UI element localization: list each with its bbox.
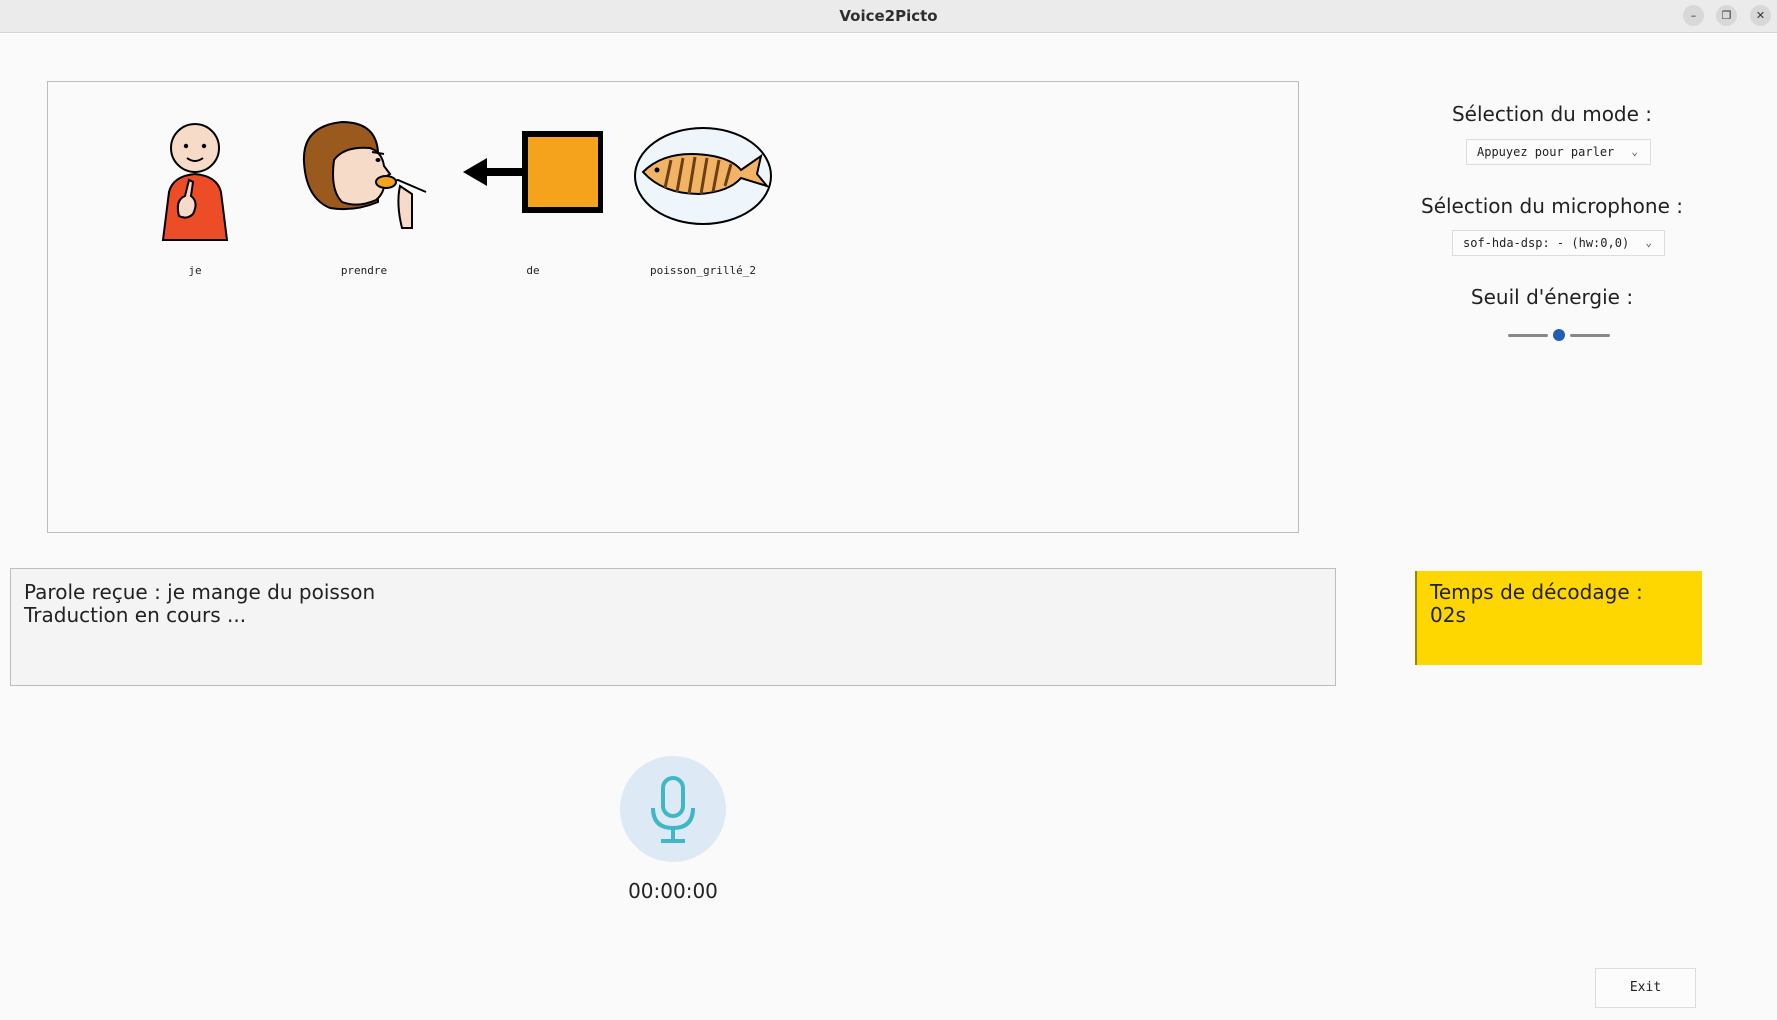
close-button[interactable]: ✕ [1750, 5, 1771, 26]
chevron-down-icon: ⌄ [1631, 145, 1638, 158]
record-button[interactable] [620, 756, 726, 862]
received-speech-text: Parole reçue : je mange du poisson [24, 580, 376, 604]
pictogram-label: poisson_grillé_2 [650, 264, 756, 277]
mode-label: Sélection du mode : [1451, 102, 1653, 126]
pictogram-label: de [526, 264, 540, 277]
window-title: Voice2Picto [839, 7, 938, 25]
slider-track-right [1570, 334, 1610, 337]
mode-select[interactable]: Appuyez pour parler ⌄ [1466, 139, 1651, 165]
pictogram-panel: je prendre de poisson_grillé_2 [47, 81, 1299, 533]
pictogram-item: poisson_grillé_2 [628, 112, 778, 277]
decoding-time-label: Temps de décodage : [1430, 580, 1643, 604]
person-eating-icon [302, 120, 427, 229]
person-pointing-self-icon [161, 123, 229, 241]
pictogram-item: je [120, 112, 270, 277]
slider-handle[interactable] [1553, 329, 1565, 341]
microphone-select[interactable]: sof-hda-dsp: - (hw:0,0) ⌄ [1452, 230, 1665, 256]
arrow-from-square-icon [463, 131, 603, 213]
restore-button[interactable]: ❐ [1716, 5, 1737, 26]
energy-threshold-label: Seuil d'énergie : [1470, 285, 1634, 309]
translation-status-text: Traduction en cours ... [24, 603, 247, 627]
pictogram-label: prendre [340, 264, 388, 277]
pictogram-item: de [458, 112, 608, 277]
slider-track-left [1508, 334, 1548, 337]
microphone-select-value: sof-hda-dsp: - (hw:0,0) [1463, 236, 1630, 250]
pictogram-item: prendre [289, 112, 439, 277]
microphone-label: Sélection du microphone : [1421, 194, 1683, 218]
chevron-down-icon: ⌄ [1645, 236, 1652, 249]
grilled-fish-plate-icon [634, 127, 772, 225]
decoding-time-value: 02s [1430, 603, 1466, 627]
exit-button[interactable]: Exit [1595, 968, 1696, 1008]
energy-threshold-slider[interactable] [1508, 328, 1610, 342]
microphone-icon [651, 776, 695, 843]
pictogram-label: je [188, 264, 202, 277]
decoding-time-box: Temps de décodage : 02s [1415, 571, 1702, 665]
recording-timer: 00:00:00 [628, 879, 718, 903]
transcription-status-box: Parole reçue : je mange du poisson Tradu… [10, 568, 1336, 686]
window-titlebar: Voice2Picto – ❐ ✕ [0, 0, 1777, 33]
minimize-button[interactable]: – [1683, 5, 1704, 26]
mode-select-value: Appuyez pour parler [1477, 145, 1615, 159]
